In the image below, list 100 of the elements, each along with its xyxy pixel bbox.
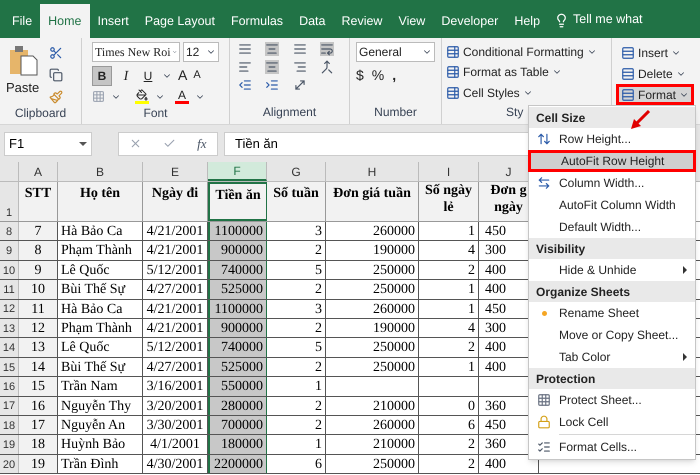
- orientation-icon[interactable]: [292, 78, 306, 92]
- row-header[interactable]: 17: [0, 396, 19, 415]
- row-header[interactable]: 10: [0, 260, 19, 280]
- row-header[interactable]: 18: [0, 416, 19, 434]
- row-header[interactable]: 19: [0, 435, 19, 454]
- row-header[interactable]: 9: [0, 241, 19, 260]
- table-cell: 900000: [208, 241, 267, 260]
- decrease-indent-icon[interactable]: [238, 78, 252, 92]
- wrap-text-icon[interactable]: [320, 42, 334, 56]
- fill-color-button[interactable]: [135, 89, 149, 104]
- number-format-field[interactable]: General: [356, 42, 435, 62]
- table-cell: 250000: [326, 260, 419, 280]
- table-cell: 6: [267, 454, 326, 474]
- table-cell: 7: [19, 222, 58, 240]
- table-cell: 550000: [208, 377, 267, 396]
- middle-align-icon[interactable]: [265, 42, 280, 56]
- table-cell: 1: [267, 377, 326, 396]
- submenu-arrow-icon: [683, 266, 687, 274]
- table-cell: 1: [419, 358, 479, 376]
- ribbon-tab[interactable]: View: [390, 4, 434, 38]
- styles-button[interactable]: Cell Styles: [446, 82, 607, 103]
- ribbon-tab[interactable]: Help: [506, 4, 548, 38]
- table-cell: 9: [19, 260, 58, 280]
- table-cell: 2: [267, 396, 326, 415]
- table-cell: Lê Quốc: [58, 260, 143, 280]
- cells-button[interactable]: Format: [616, 84, 694, 105]
- group-label: Clipboard: [14, 105, 68, 122]
- tell-me-field[interactable]: Tell me what: [573, 10, 643, 29]
- bold-button[interactable]: B: [92, 66, 112, 86]
- table-cell: 2: [267, 416, 326, 434]
- column-header[interactable]: H: [326, 162, 419, 181]
- align-left-icon[interactable]: [238, 60, 252, 74]
- menu-item[interactable]: AutoFit Row Height: [528, 150, 696, 172]
- row-header[interactable]: 1: [0, 182, 19, 221]
- table-cell: 740000: [208, 260, 267, 280]
- row-header[interactable]: 13: [0, 318, 19, 338]
- table-cell: 6: [419, 416, 479, 434]
- column-header[interactable]: A: [19, 162, 58, 181]
- table-cell: 5: [267, 338, 326, 357]
- align-center-icon[interactable]: [265, 60, 280, 74]
- table-cell: 2: [419, 454, 479, 474]
- ribbon-tab[interactable]: Insert: [90, 4, 137, 38]
- grow-font-button[interactable]: A: [178, 65, 188, 86]
- font-size-field[interactable]: 12: [183, 42, 219, 62]
- top-align-icon[interactable]: [238, 42, 252, 56]
- format-painter-icon[interactable]: [49, 90, 64, 104]
- table-cell: 260000: [326, 416, 419, 434]
- column-header[interactable]: B: [58, 162, 143, 181]
- ribbon-tab[interactable]: Developer: [433, 4, 506, 38]
- table-cell: Bùi Thế Sự: [58, 280, 143, 299]
- styles-button[interactable]: Conditional Formatting: [446, 42, 607, 62]
- font-name-field[interactable]: Times New Roi: [92, 42, 180, 62]
- italic-button[interactable]: I: [118, 66, 134, 86]
- ribbon-tab[interactable]: Data: [291, 4, 334, 38]
- table-cell: 190000: [326, 241, 419, 260]
- row-header[interactable]: 8: [0, 222, 19, 240]
- ribbon-tab[interactable]: Home: [40, 4, 90, 38]
- bottom-align-icon[interactable]: [292, 42, 306, 56]
- insert-function-button[interactable]: fx: [197, 134, 207, 154]
- styles-button[interactable]: Format as Table: [446, 62, 607, 83]
- menu-section-header: Cell Size: [529, 107, 695, 128]
- column-header[interactable]: F: [208, 162, 267, 181]
- table-cell: 190000: [326, 318, 419, 338]
- table-cell: 2: [419, 435, 479, 454]
- table-cell: 3: [267, 222, 326, 240]
- currency-button[interactable]: $: [356, 65, 364, 86]
- increase-indent-icon[interactable]: [265, 78, 280, 92]
- cells-button[interactable]: Delete: [616, 63, 694, 84]
- cancel-icon[interactable]: [129, 137, 142, 150]
- row-height-icon: [537, 132, 551, 146]
- percent-button[interactable]: %: [372, 65, 384, 86]
- align-right-icon[interactable]: [292, 60, 306, 74]
- ribbon-tab[interactable]: File: [4, 4, 40, 38]
- cut-icon[interactable]: [49, 46, 64, 60]
- shrink-font-button[interactable]: A: [193, 67, 201, 84]
- copy-icon[interactable]: [49, 68, 64, 82]
- row-header[interactable]: 11: [0, 280, 19, 299]
- table-cell: 250000: [326, 454, 419, 474]
- table-cell: 1: [267, 435, 326, 454]
- rows-icon: [621, 46, 635, 60]
- row-header[interactable]: 14: [0, 338, 19, 357]
- paste-button[interactable]: Paste: [6, 44, 40, 104]
- underline-button[interactable]: U: [140, 66, 156, 86]
- name-box[interactable]: F1: [4, 132, 92, 156]
- font-color-button[interactable]: A: [175, 89, 189, 104]
- ribbon-tab[interactable]: Review: [333, 4, 390, 38]
- menu-section-header: Protection: [529, 368, 695, 389]
- ribbon-tab[interactable]: Page Layout: [136, 4, 223, 38]
- table-cell: 18: [19, 435, 58, 454]
- column-header[interactable]: I: [419, 162, 479, 181]
- comma-button[interactable]: ,: [392, 65, 396, 86]
- row-header[interactable]: 12: [0, 300, 19, 318]
- group-label: Font: [142, 105, 168, 122]
- merge-icon[interactable]: [320, 60, 334, 74]
- row-header[interactable]: 20: [0, 454, 19, 474]
- ribbon-tab[interactable]: Formulas: [222, 4, 292, 38]
- row-header[interactable]: 16: [0, 377, 19, 396]
- cells-button[interactable]: Insert: [616, 42, 694, 63]
- row-header[interactable]: 15: [0, 358, 19, 376]
- column-header[interactable]: G: [267, 162, 326, 181]
